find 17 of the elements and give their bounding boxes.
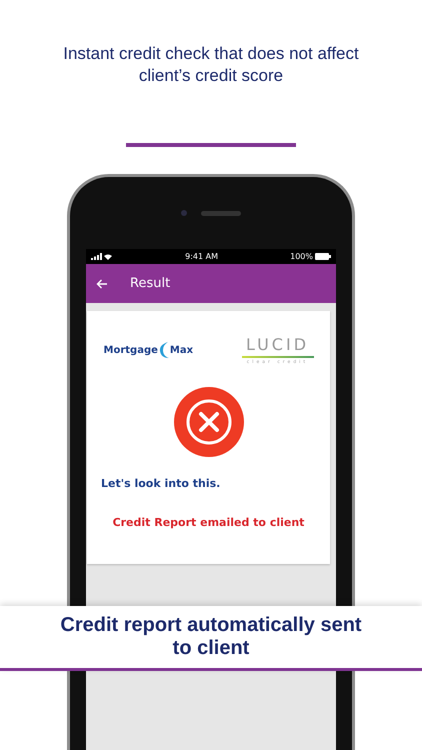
error-icon: [174, 387, 244, 457]
email-notice: Credit Report emailed to client: [112, 516, 304, 529]
result-message: Let's look into this.: [101, 477, 220, 490]
logo-text: Max: [170, 344, 194, 356]
screen-title: Result: [130, 276, 170, 291]
banner-text: Credit report automatically sent to client: [59, 614, 363, 660]
headline: Instant credit check that does not affect client’s credit score: [62, 43, 360, 87]
logo-text: LUCID: [246, 335, 310, 354]
speaker-icon: [201, 210, 241, 216]
back-arrow-icon[interactable]: [96, 278, 108, 288]
swoosh-icon: [158, 341, 170, 359]
status-time: 9:41 AM: [185, 252, 218, 261]
battery-icon: [314, 253, 331, 260]
camera-icon: [181, 210, 187, 216]
battery-level: 100%: [290, 252, 313, 261]
logo-text: Mortgage: [104, 344, 158, 356]
signal-icon: [91, 253, 113, 260]
